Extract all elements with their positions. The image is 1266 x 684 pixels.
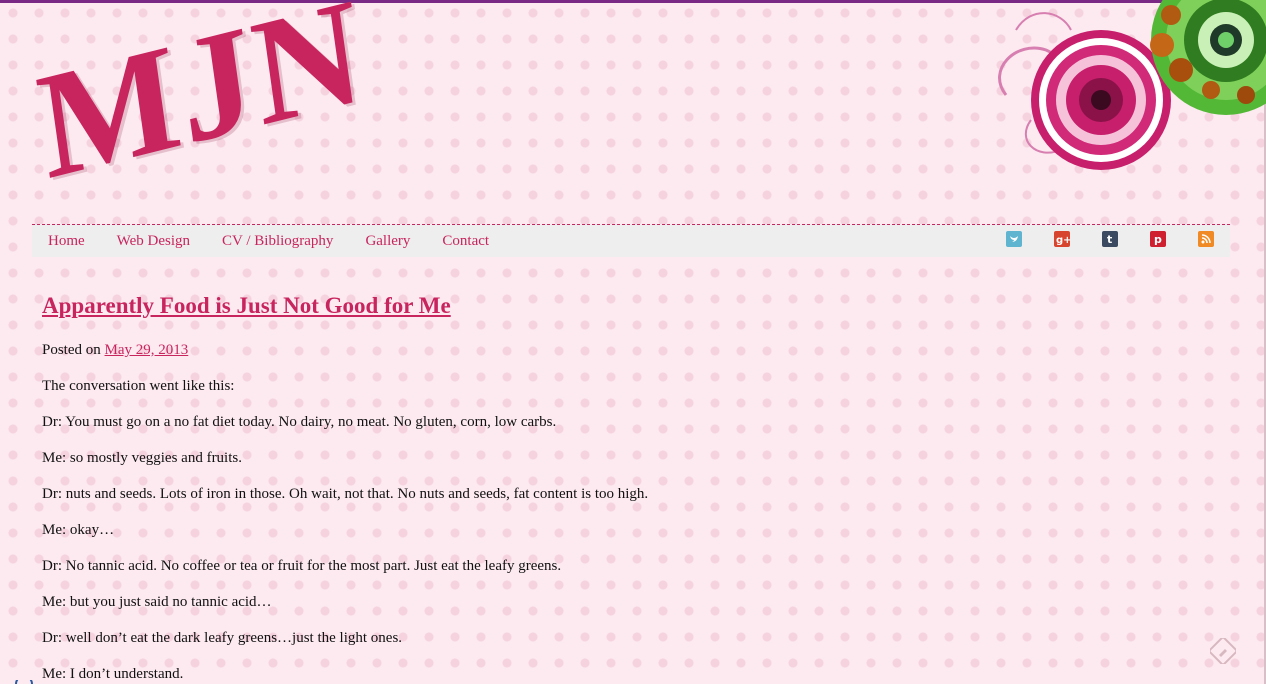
twitter-icon[interactable] [1006,231,1022,247]
nav-item-home[interactable]: Home [48,233,85,250]
post-paragraph: Me: but you just said no tannic acid… [42,594,272,610]
nav-item-gallery[interactable]: Gallery [365,233,410,250]
post-paragraph: Me: so mostly veggies and fruits. [42,450,242,466]
svg-text:g+: g+ [1056,235,1070,246]
rss-icon[interactable] [1198,231,1214,247]
tumblr-icon[interactable]: t [1102,231,1118,247]
post-paragraph: Dr: well don’t eat the dark leafy greens… [42,630,403,646]
post: Apparently Food is Just Not Good for Me … [42,290,1142,684]
post-title-link[interactable]: Apparently Food is Just Not Good for Me [42,290,1142,322]
post-paragraph: Dr: nuts and seeds. Lots of iron in thos… [42,486,649,502]
post-paragraph: Dr: No tannic acid. No coffee or tea or … [42,558,562,574]
flower-decoration [998,0,1266,170]
post-paragraph: Me: okay… [42,522,115,538]
nav-menu: Home Web Design CV / Bibliography Galler… [48,225,521,257]
post-date-link[interactable]: May 29, 2013 [105,342,189,358]
svg-text:t: t [1107,233,1112,246]
nav-item-web-design[interactable]: Web Design [117,233,190,250]
main-nav: Home Web Design CV / Bibliography Galler… [32,224,1230,257]
svg-text:p: p [1154,233,1162,246]
post-paragraph: Me: I don’t understand. [42,666,184,682]
post-paragraph: Dr: You must go on a no fat diet today. … [42,414,557,430]
site-logo[interactable]: MJN [29,0,373,211]
posted-on-label: Posted on [42,342,101,358]
nav-item-cv-bibliography[interactable]: CV / Bibliography [222,233,333,250]
post-paragraph: The conversation went like this: [42,378,235,394]
post-meta: Posted on May 29, 2013 [42,340,1142,360]
corner-mark-icon [15,680,33,684]
google-plus-icon[interactable]: g+ [1054,231,1070,247]
pinterest-icon[interactable]: p [1150,231,1166,247]
nav-item-contact[interactable]: Contact [442,233,489,250]
edit-pencil-icon[interactable] [1210,638,1236,664]
